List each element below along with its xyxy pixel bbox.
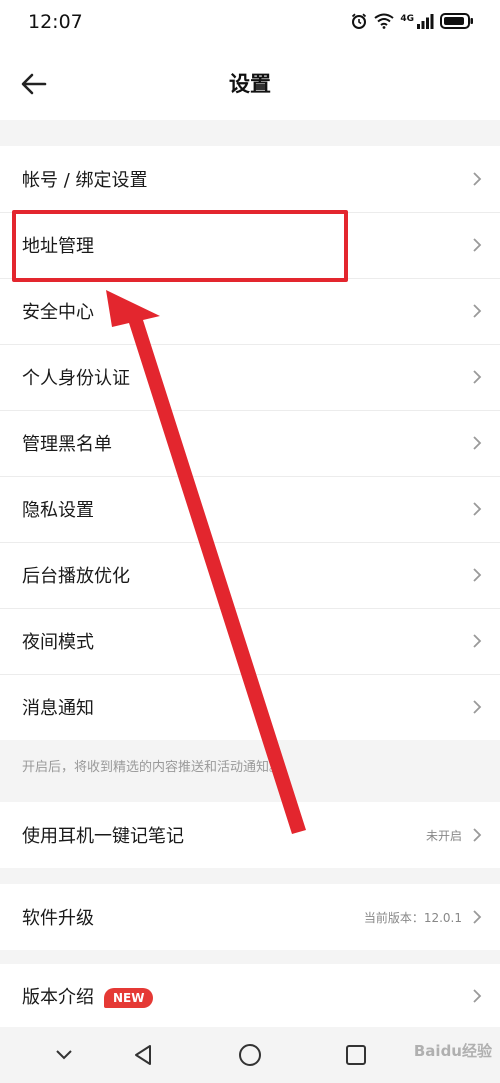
nav-home-button[interactable]: [236, 1041, 264, 1069]
nav-back-button[interactable]: [129, 1041, 157, 1069]
nav-recents-button[interactable]: [342, 1041, 370, 1069]
back-triangle-icon: [135, 1045, 151, 1065]
recents-square-icon: [346, 1045, 366, 1065]
nav-hide-keyboard-button[interactable]: [50, 1041, 78, 1069]
baidu-watermark: Baidu经验: [413, 1042, 492, 1060]
chevron-down-icon: [56, 1050, 72, 1060]
annotation-arrow-icon: [106, 290, 306, 834]
home-circle-icon: [239, 1044, 261, 1066]
